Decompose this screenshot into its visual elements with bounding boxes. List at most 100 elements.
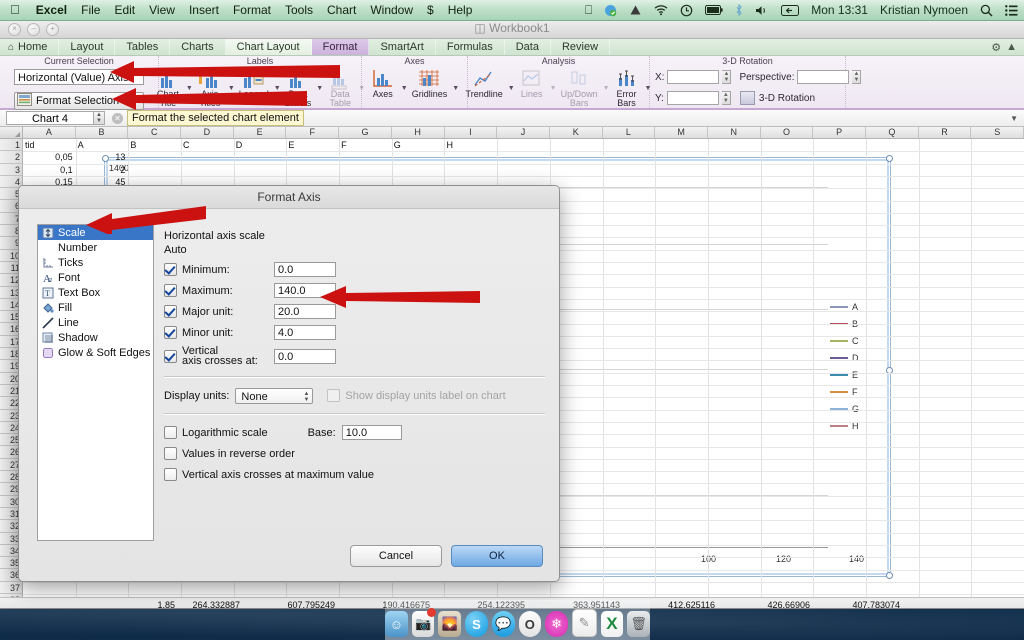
textedit-icon[interactable]: ✎ — [571, 609, 597, 637]
reverse-order-checkbox[interactable] — [164, 447, 177, 460]
rotation-y-stepper[interactable]: ▲ ▼ — [721, 91, 731, 105]
cell-B1[interactable]: A — [78, 139, 126, 151]
cell-D1[interactable]: C — [183, 139, 231, 151]
dialog-category-list[interactable]: Scale Number Ticks Aa Font T Text Box Fi… — [37, 224, 154, 541]
legend-entry-h[interactable]: H — [830, 417, 886, 434]
excel-icon[interactable]: X — [600, 611, 624, 637]
legend-entry-e[interactable]: E — [830, 366, 886, 383]
column-header-q[interactable]: Q — [866, 127, 919, 138]
column-header-b[interactable]: B — [76, 127, 129, 138]
category-text-box[interactable]: T Text Box — [38, 285, 153, 300]
perspective-stepper[interactable]: ▲ ▼ — [852, 70, 862, 84]
logarithmic-scale-checkbox[interactable] — [164, 426, 177, 439]
tab-format[interactable]: Format — [311, 39, 370, 55]
minor-unit-auto-checkbox[interactable] — [164, 326, 177, 339]
column-header-d[interactable]: D — [181, 127, 234, 138]
name-box[interactable]: Chart 4 — [6, 111, 94, 125]
trendline-button[interactable]: Trendline — [466, 68, 503, 99]
rotation-x-stepper[interactable]: ▲ ▼ — [722, 70, 732, 84]
cell-F1[interactable]: E — [288, 139, 336, 151]
row-header-1[interactable]: 1 — [0, 139, 22, 152]
category-glow-soft-edges[interactable]: Glow & Soft Edges — [38, 345, 153, 360]
column-header-k[interactable]: K — [550, 127, 603, 138]
tab-review[interactable]: Review — [551, 39, 611, 55]
menu-item-format[interactable]: Format — [226, 0, 278, 20]
dropbox-icon[interactable] — [598, 4, 623, 17]
opera-icon[interactable]: O — [518, 611, 542, 637]
category-font[interactable]: Aa Font — [38, 270, 153, 285]
battery-icon[interactable] — [699, 5, 729, 15]
column-header-c[interactable]: C — [128, 127, 182, 138]
menu-item-window[interactable]: Window — [363, 0, 420, 20]
column-header-a[interactable]: A — [23, 127, 76, 138]
tab-charts[interactable]: Charts — [170, 39, 226, 55]
cancel-button[interactable]: Cancel — [350, 545, 442, 567]
category-fill[interactable]: Fill — [38, 300, 153, 315]
apple-logo-icon[interactable]:  — [0, 0, 29, 20]
axes-button[interactable]: Axes — [370, 68, 396, 99]
menu-item-tools[interactable]: Tools — [278, 0, 320, 20]
column-header-j[interactable]: J — [497, 127, 550, 138]
legend-entry-d[interactable]: D — [830, 349, 886, 366]
minor-unit-input[interactable]: 4.0 — [274, 325, 336, 340]
gridlines-button[interactable]: Gridlines — [412, 68, 447, 99]
maximum-auto-checkbox[interactable] — [164, 284, 177, 297]
select-all-corner[interactable] — [0, 127, 23, 138]
chart-resize-handle-ne[interactable] — [886, 155, 893, 162]
cell-B3[interactable]: 2 — [78, 164, 125, 176]
cell-A2[interactable]: 0,05 — [25, 151, 73, 163]
legend-entry-c[interactable]: C — [830, 332, 886, 349]
trendline-caret-icon[interactable]: ▼ — [508, 85, 515, 92]
column-header-n[interactable]: N — [708, 127, 761, 138]
column-header-r[interactable]: R — [919, 127, 972, 138]
gear-icon[interactable]: ⚙ — [991, 41, 1001, 54]
crosses-maximum-checkbox[interactable] — [164, 468, 177, 481]
search-icon[interactable] — [974, 4, 999, 17]
cell-B2[interactable]: 13 — [78, 151, 125, 163]
minimum-input[interactable]: 0.0 — [274, 262, 336, 277]
chart-resize-handle-se[interactable] — [886, 572, 893, 579]
iphoto-icon[interactable]: 🌄 — [438, 611, 462, 637]
column-header-f[interactable]: F — [286, 127, 340, 138]
ok-button[interactable]: OK — [451, 545, 543, 567]
preview-icon[interactable]: 📷 — [411, 608, 437, 637]
messages-icon[interactable]: 💬 — [491, 611, 515, 637]
cell-E1[interactable]: D — [236, 139, 284, 151]
input-source-icon[interactable] — [775, 4, 805, 16]
rotation-x-input[interactable] — [667, 70, 720, 84]
window-icon[interactable]: ⎕ — [579, 3, 598, 18]
column-header-g[interactable]: G — [339, 127, 392, 138]
display-units-select[interactable]: None ▲ ▼ — [235, 387, 314, 404]
wifi-icon[interactable] — [648, 4, 674, 16]
bluetooth-icon[interactable] — [729, 4, 749, 16]
column-header-s[interactable]: S — [971, 127, 1024, 138]
error-bars-button[interactable]: Error Bars — [614, 68, 640, 108]
dollar-icon[interactable]: $ — [420, 0, 441, 20]
menu-item-insert[interactable]: Insert — [182, 0, 226, 20]
chart-legend[interactable]: A B C D E F G H — [830, 298, 886, 434]
skype-icon[interactable]: S — [465, 611, 488, 637]
menubar-clock[interactable]: Mon 13:31 — [805, 3, 874, 17]
column-header-p[interactable]: P — [813, 127, 866, 138]
volume-icon[interactable] — [749, 5, 775, 16]
rotation-3d-button[interactable]: 3-D Rotation — [739, 91, 815, 105]
cell-H1[interactable]: G — [394, 139, 442, 151]
perspective-input[interactable] — [797, 70, 850, 84]
category-shadow[interactable]: Shadow — [38, 330, 153, 345]
format-axis-dialog[interactable]: Format Axis Scale Number Ticks Aa Font T… — [18, 185, 560, 582]
menu-item-view[interactable]: View — [142, 0, 182, 20]
category-line[interactable]: Line — [38, 315, 153, 330]
tab-data[interactable]: Data — [505, 39, 551, 55]
trash-icon[interactable]: 🗑 — [627, 611, 651, 637]
column-header-m[interactable]: M — [655, 127, 708, 138]
name-box-stepper[interactable]: ▲ ▼ — [94, 111, 105, 125]
menubar-username[interactable]: Kristian Nymoen — [874, 3, 974, 17]
category-number[interactable]: Number — [38, 240, 153, 255]
row-header-37[interactable]: 37 — [0, 582, 22, 594]
menu-item-help[interactable]: Help — [441, 0, 480, 20]
google-drive-icon[interactable] — [623, 4, 648, 17]
notification-center-icon[interactable] — [999, 4, 1024, 16]
cell-I1[interactable]: H — [446, 139, 494, 151]
tab-layout[interactable]: Layout — [59, 39, 116, 55]
category-ticks[interactable]: Ticks — [38, 255, 153, 270]
